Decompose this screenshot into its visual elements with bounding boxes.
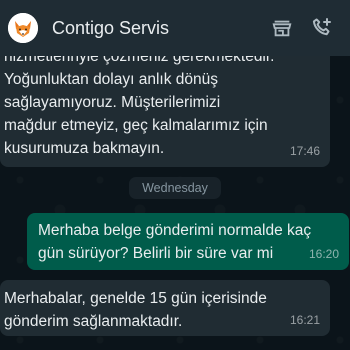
message-text: Merhaba belge gönderimi normalde kaç gün… <box>38 222 312 262</box>
add-call-icon[interactable] <box>308 14 336 42</box>
message-time: 16:20 <box>308 247 339 261</box>
fox-logo-icon <box>8 13 38 43</box>
chat-header: Contigo Servis <box>0 0 350 56</box>
message-time: 17:46 <box>289 144 320 158</box>
message-time: 16:21 <box>289 313 320 327</box>
store-icon[interactable] <box>268 14 296 42</box>
date-separator: Wednesday <box>129 177 221 199</box>
message-incoming[interactable]: hizmetlerinyle çözmeniz gerekmektedir. Y… <box>0 40 330 167</box>
message-text: Merhabalar, genelde 15 gün içerisinde gö… <box>4 290 267 330</box>
message-outgoing[interactable]: Merhaba belge gönderimi normalde kaç gün… <box>27 213 349 270</box>
message-incoming[interactable]: Merhabalar, genelde 15 gün içerisinde gö… <box>0 280 330 336</box>
message-text: hizmetlerinyle çözmeniz gerekmektedir. Y… <box>4 48 275 157</box>
contact-name[interactable]: Contigo Servis <box>52 18 268 39</box>
contact-avatar[interactable] <box>8 13 38 43</box>
